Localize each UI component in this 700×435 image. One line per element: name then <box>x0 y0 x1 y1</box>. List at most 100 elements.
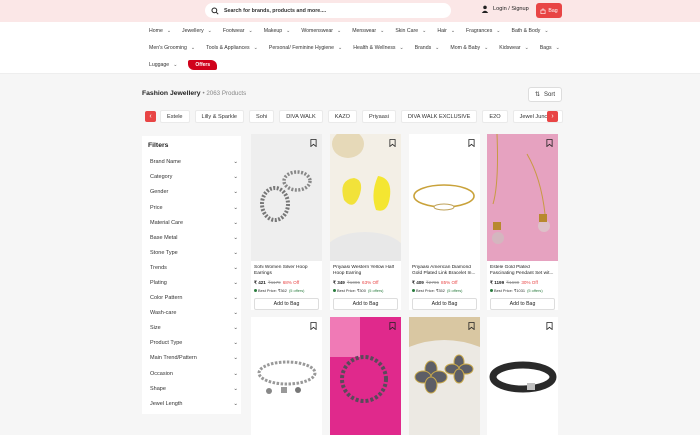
nav-item-tools-appliances[interactable]: Tools & Appliances ⌄ <box>206 45 258 51</box>
product-image[interactable] <box>251 317 322 435</box>
brand-chip[interactable]: KAZO <box>327 110 357 123</box>
nav-row-1: Home ⌄ Jewellery ⌄ Footwear ⌄ Makeup ⌄ Women… <box>149 23 560 38</box>
search-placeholder: Search for brands, products and more.... <box>224 7 327 14</box>
nav-item-hair[interactable]: Hair ⌄ <box>437 28 455 34</box>
brand-chip[interactable]: Sohi <box>249 110 275 123</box>
nav-item-bags[interactable]: Bags ⌄ <box>540 45 560 51</box>
bag-button[interactable]: Bag <box>536 3 562 18</box>
product-card[interactable] <box>330 317 401 435</box>
add-to-bag-button[interactable]: Add to Bag <box>412 298 477 310</box>
filter-size[interactable]: Size ⌄ <box>150 325 238 331</box>
nav-item-makeup[interactable]: Makeup ⌄ <box>264 28 291 34</box>
wishlist-icon[interactable] <box>468 139 475 147</box>
filter-trends[interactable]: Trends ⌄ <box>150 265 238 271</box>
wishlist-icon[interactable] <box>546 139 553 147</box>
nav-item-menswear[interactable]: Menswear ⌄ <box>352 28 384 34</box>
add-to-bag-button[interactable]: Add to Bag <box>333 298 398 310</box>
product-card[interactable]: Priyaasi American Diamond Gold Plated Li… <box>409 134 480 310</box>
bag-icon <box>540 8 546 14</box>
nav-item-mom-baby[interactable]: Mom & Baby ⌄ <box>450 45 488 51</box>
product-image[interactable] <box>487 134 558 261</box>
nav-row-3: Luggage ⌄ Offers <box>149 57 218 72</box>
wishlist-icon[interactable] <box>546 322 553 330</box>
stone-bracelet-image <box>330 317 401 435</box>
product-card[interactable] <box>409 317 480 435</box>
filter-color-pattern[interactable]: Color Pattern ⌄ <box>150 295 238 301</box>
chevron-down-icon: ⌄ <box>233 386 238 392</box>
nav-item-brands[interactable]: Brands ⌄ <box>415 45 440 51</box>
filter-occasion[interactable]: Occasion ⌄ <box>150 371 238 377</box>
sort-button[interactable]: ⇅ Sort <box>528 87 562 102</box>
filter-base-metal[interactable]: Base Metal ⌄ <box>150 235 238 241</box>
nav-item-skin-care[interactable]: Skin Care ⌄ <box>395 28 426 34</box>
chevron-down-icon: ⌄ <box>399 44 404 51</box>
chips-prev-button[interactable]: ‹ <box>145 111 156 122</box>
nav-item-home[interactable]: Home ⌄ <box>149 28 171 34</box>
product-name[interactable]: Priyaasi Western Yellow Half Hoop Earrin… <box>330 265 401 277</box>
product-card[interactable] <box>487 317 558 435</box>
product-image[interactable] <box>409 317 480 435</box>
product-image[interactable] <box>487 317 558 435</box>
chips-next-button[interactable]: › <box>547 111 558 122</box>
brand-chip[interactable]: DIVA WALK <box>279 110 323 123</box>
filter-gender[interactable]: Gender ⌄ <box>150 189 238 195</box>
brand-chip[interactable]: Estele <box>160 110 190 123</box>
brand-chip[interactable]: E2O <box>482 110 508 123</box>
top-bar: Search for brands, products and more....… <box>0 0 700 22</box>
product-image[interactable] <box>251 134 322 261</box>
nav-item-bath-body[interactable]: Bath & Body ⌄ <box>512 28 549 34</box>
filter-main-trend[interactable]: Main Trend/Pattern ⌄ <box>150 355 238 361</box>
product-image[interactable] <box>330 134 401 261</box>
category-nav: Home ⌄ Jewellery ⌄ Footwear ⌄ Makeup ⌄ Women… <box>0 22 700 74</box>
wishlist-icon[interactable] <box>310 322 317 330</box>
wishlist-icon[interactable] <box>310 139 317 147</box>
nav-item-footwear[interactable]: Footwear ⌄ <box>223 28 253 34</box>
nav-item-mens-grooming[interactable]: Men's Grooming ⌄ <box>149 45 195 51</box>
product-card[interactable]: Estele Gold Plated Fascinating Pendant S… <box>487 134 558 310</box>
nav-item-health-wellness[interactable]: Health & Wellness ⌄ <box>353 45 404 51</box>
nav-item-fragrances[interactable]: Fragrances ⌄ <box>466 28 500 34</box>
product-card[interactable]: Sohi Women Silver Hoop Earrings ₹ 421 ₹11… <box>251 134 322 310</box>
chevron-down-icon: ⌄ <box>233 371 238 377</box>
nav-item-jewellery[interactable]: Jewellery ⌄ <box>182 28 212 34</box>
offer-dot-icon <box>333 289 336 292</box>
brand-chip[interactable]: Priyaasi <box>361 110 396 123</box>
chevron-down-icon: ⌄ <box>248 27 253 34</box>
filter-stone-type[interactable]: Stone Type ⌄ <box>150 250 238 256</box>
brand-chip[interactable]: Lilly & Sparkle <box>194 110 244 123</box>
chevron-down-icon: ⌄ <box>286 27 291 34</box>
filter-jewel-length[interactable]: Jewel Length ⌄ <box>150 401 238 407</box>
search-bar[interactable]: Search for brands, products and more.... <box>205 3 451 18</box>
add-to-bag-button[interactable]: Add to Bag <box>490 298 555 310</box>
filter-shape[interactable]: Shape ⌄ <box>150 386 238 392</box>
filter-wash-care[interactable]: Wash-care ⌄ <box>150 310 238 316</box>
chevron-down-icon: ⌄ <box>484 44 489 51</box>
wishlist-icon[interactable] <box>389 139 396 147</box>
product-image[interactable] <box>330 317 401 435</box>
filter-price[interactable]: Price ⌄ <box>150 205 238 211</box>
filter-material-care[interactable]: Material Care ⌄ <box>150 220 238 226</box>
nav-item-personal-hygiene[interactable]: Personal/ Feminine Hygiene ⌄ <box>269 45 342 51</box>
login-button[interactable]: Login / Signup <box>481 5 529 13</box>
offers-badge[interactable]: Offers <box>188 59 218 70</box>
nav-item-womenswear[interactable]: Womenswear ⌄ <box>301 28 341 34</box>
add-to-bag-button[interactable]: Add to Bag <box>254 298 319 310</box>
filter-category[interactable]: Category ⌄ <box>150 174 238 180</box>
nav-item-kidswear[interactable]: Kidswear ⌄ <box>499 45 529 51</box>
brand-chip[interactable]: DIVA WALK EXCLUSIVE <box>400 110 478 123</box>
product-card[interactable] <box>251 317 322 435</box>
product-name[interactable]: Sohi Women Silver Hoop Earrings <box>251 265 322 277</box>
product-name[interactable]: Priyaasi American Diamond Gold Plated Li… <box>409 265 480 277</box>
product-card[interactable]: Priyaasi Western Yellow Half Hoop Earrin… <box>330 134 401 310</box>
page-title: Fashion Jewellery • 2063 Products <box>142 90 246 97</box>
product-name[interactable]: Estele Gold Plated Fascinating Pendant S… <box>487 265 558 277</box>
wishlist-icon[interactable] <box>389 322 396 330</box>
filter-brand-name[interactable]: Brand Name ⌄ <box>150 159 238 165</box>
price-line: ₹ 409 ₹2795 85% Off <box>412 280 458 285</box>
wishlist-icon[interactable] <box>468 322 475 330</box>
filter-product-type[interactable]: Product Type ⌄ <box>150 340 238 346</box>
product-image[interactable] <box>409 134 480 261</box>
sort-icon: ⇅ <box>534 92 540 98</box>
filter-plating[interactable]: Plating ⌄ <box>150 280 238 286</box>
nav-item-luggage[interactable]: Luggage ⌄ <box>149 62 177 68</box>
